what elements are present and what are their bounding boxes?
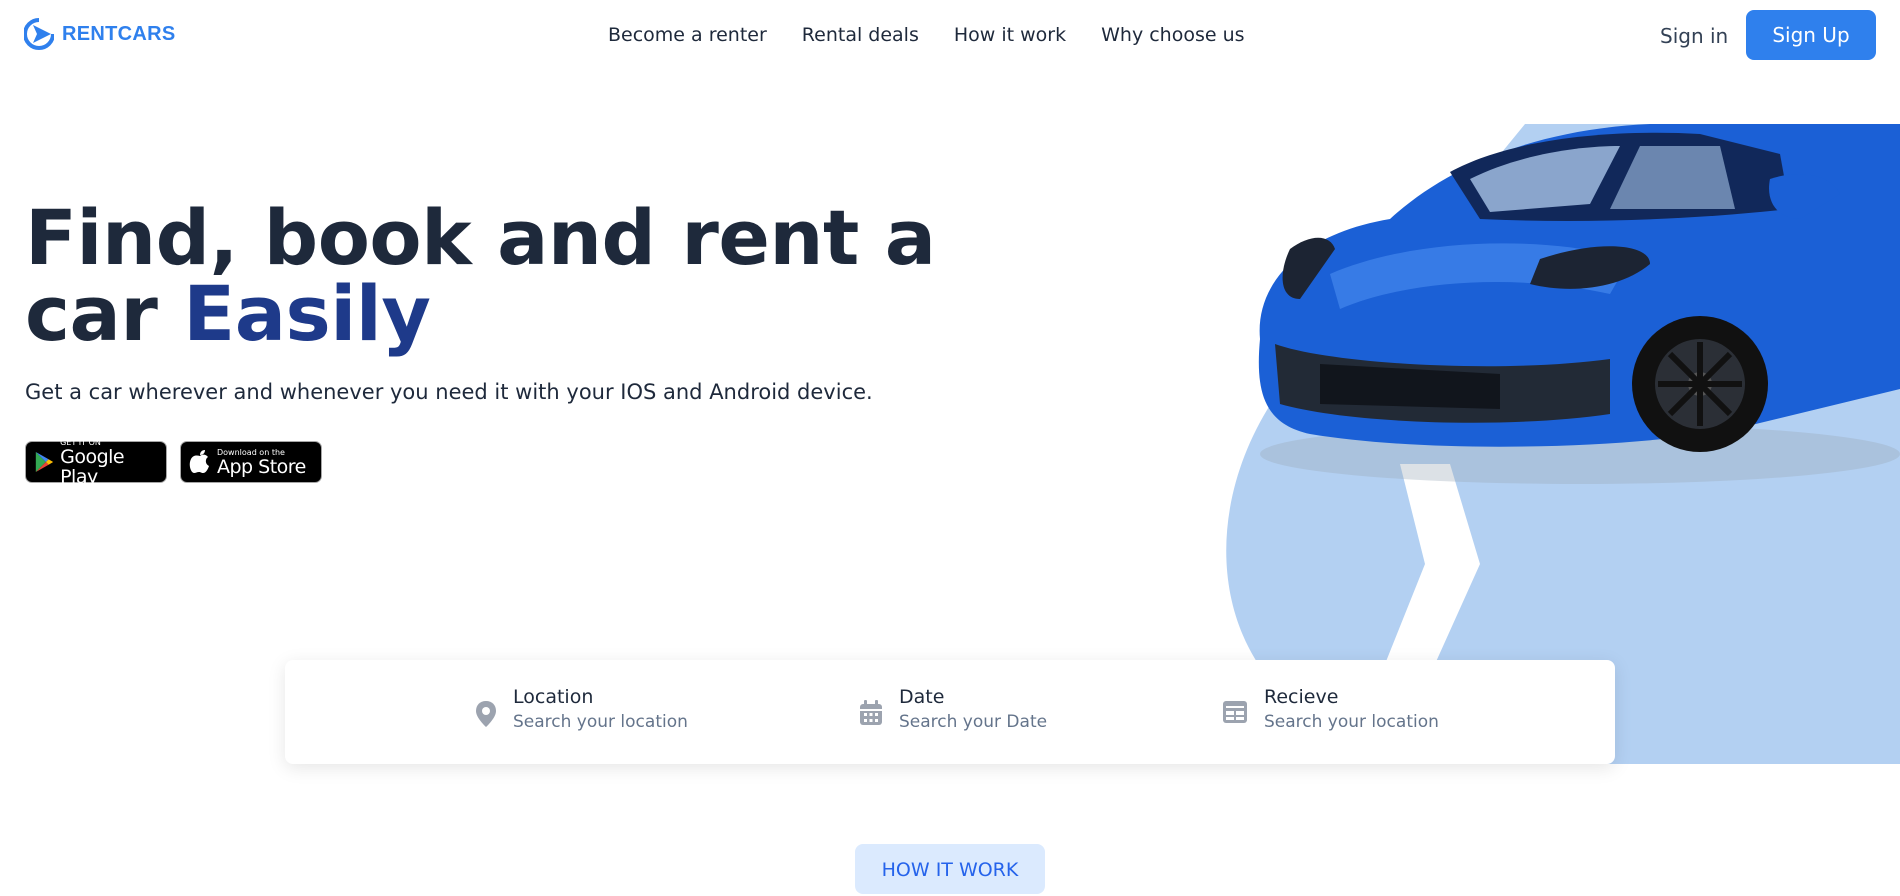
- search-receive[interactable]: Recieve Search your location: [1222, 686, 1439, 732]
- search-date[interactable]: Date Search your Date: [859, 686, 1047, 732]
- google-play-text: GET IT ON Google Play: [60, 438, 158, 487]
- calendar-icon: [860, 700, 882, 725]
- hero-title-line2: car: [25, 269, 184, 358]
- search-location[interactable]: Location Search your location: [475, 686, 688, 732]
- sign-up-button[interactable]: Sign Up: [1746, 10, 1876, 60]
- search-card: Location Search your location Date Searc…: [285, 660, 1615, 764]
- google-play-button[interactable]: GET IT ON Google Play: [25, 438, 167, 487]
- google-play-big-text: Google Play: [60, 445, 125, 488]
- header: RENTCARS Become a renter Rental deals Ho…: [0, 0, 1900, 72]
- app-store-badges: GET IT ON Google Play Download on the Ap…: [25, 438, 322, 487]
- nav-how-it-work[interactable]: How it work: [954, 24, 1066, 46]
- receive-icon: [1223, 701, 1247, 723]
- nav-become-a-renter[interactable]: Become a renter: [608, 24, 767, 46]
- search-location-label: Location: [513, 686, 594, 708]
- app-store-text: Download on the App Store: [217, 448, 306, 477]
- hero-title-accent: Easily: [183, 269, 431, 358]
- search-receive-placeholder: Search your location: [1264, 712, 1439, 732]
- logo[interactable]: RENTCARS: [24, 18, 176, 50]
- app-store-big-text: App Store: [217, 455, 306, 478]
- search-receive-text: Recieve Search your location: [1264, 686, 1439, 732]
- sign-in-link[interactable]: Sign in: [1660, 24, 1728, 48]
- search-date-label: Date: [899, 686, 945, 708]
- search-location-placeholder: Search your location: [513, 712, 688, 732]
- apple-icon: [189, 450, 209, 473]
- app-store-button[interactable]: Download on the App Store: [180, 441, 322, 483]
- nav-rental-deals[interactable]: Rental deals: [802, 24, 919, 46]
- logo-text: RENTCARS: [62, 22, 176, 45]
- search-receive-label: Recieve: [1264, 686, 1339, 708]
- search-date-placeholder: Search your Date: [899, 712, 1048, 732]
- google-play-icon: [35, 451, 54, 473]
- search-date-text: Date Search your Date: [899, 686, 1047, 732]
- logo-icon: [24, 18, 54, 50]
- location-pin-icon: [476, 701, 496, 727]
- main-nav: Become a renter Rental deals How it work…: [608, 24, 1245, 46]
- hero-subtitle: Get a car wherever and whenever you need…: [25, 380, 873, 404]
- search-location-text: Location Search your location: [513, 686, 688, 732]
- nav-why-choose-us[interactable]: Why choose us: [1101, 24, 1244, 46]
- hero-title: Find, book and rent a car Easily: [25, 200, 936, 352]
- how-it-work-badge: HOW IT WORK: [855, 844, 1045, 894]
